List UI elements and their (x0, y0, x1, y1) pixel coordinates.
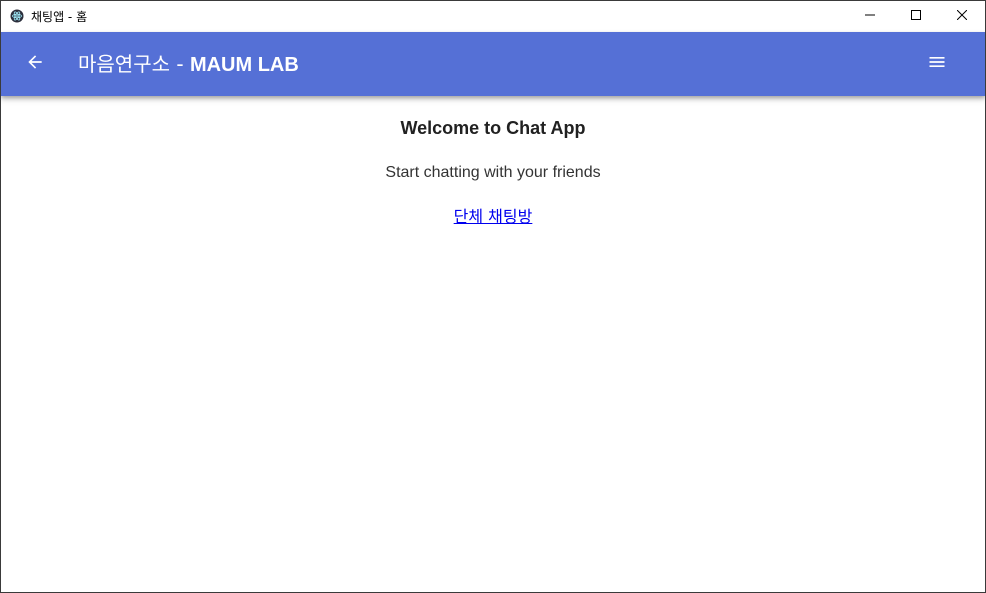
window-controls (847, 1, 985, 31)
back-button[interactable] (23, 52, 47, 76)
welcome-heading: Welcome to Chat App (400, 118, 586, 138)
app-title-korean: 마음연구소 (78, 52, 170, 76)
group-chat-link[interactable]: 단체 채팅방 (454, 203, 533, 227)
welcome-subtitle: Start chatting with your friends (385, 164, 601, 181)
app-title: 마음연구소 - MAUM LAB (78, 32, 299, 96)
electron-atom-icon (10, 9, 24, 23)
maximize-icon (911, 7, 921, 25)
app-window: 채팅앱 - 홈 마음연구소 - MAUM LAB Welcome to Chat… (0, 0, 986, 593)
minimize-icon (865, 7, 875, 25)
close-icon (956, 7, 968, 25)
minimize-button[interactable] (847, 1, 893, 31)
hamburger-menu-icon (927, 52, 947, 77)
window-title: 채팅앱 - 홈 (31, 9, 88, 24)
close-button[interactable] (939, 1, 985, 31)
app-title-separator: - (170, 52, 190, 76)
maximize-button[interactable] (893, 1, 939, 31)
app-bar: 마음연구소 - MAUM LAB (1, 32, 985, 96)
window-titlebar[interactable]: 채팅앱 - 홈 (1, 1, 985, 31)
app-title-brand: MAUM LAB (189, 54, 299, 76)
menu-button[interactable] (925, 52, 949, 76)
arrow-left-icon (25, 52, 45, 77)
home-content: Welcome to Chat App Start chatting with … (1, 96, 985, 592)
